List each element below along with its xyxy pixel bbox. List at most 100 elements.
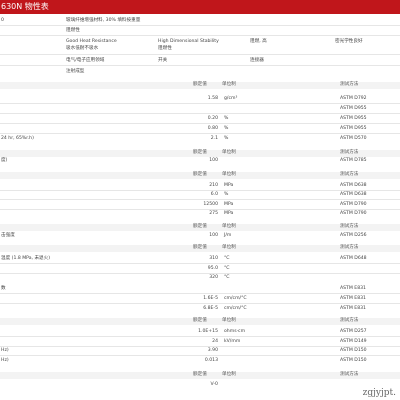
unit-cell: % [224, 126, 229, 131]
method-cell: ASTM D790 [340, 211, 367, 216]
processing-method: 注射成型 [66, 69, 85, 74]
value-cell: 0.20 [207, 116, 218, 121]
value-cell: 310 [209, 256, 218, 261]
application-connector: 连接器 [250, 58, 264, 63]
header-unit: 单位制 [222, 82, 236, 87]
unit-cell: J/m [224, 233, 232, 238]
header-nominal: 额定值 [193, 82, 207, 87]
header-unit: 单位制 [222, 224, 236, 229]
divider [0, 355, 400, 356]
divider [0, 103, 400, 104]
application-electrical: 电气/电子应用领域 [66, 58, 105, 63]
value-cell: V-0 [210, 382, 218, 387]
value-cell: 320 [209, 275, 218, 280]
feature-dimensional-stability: High Dimensional Stability [158, 39, 219, 44]
divider [0, 273, 400, 274]
divider [0, 263, 400, 264]
value-cell: 275 [209, 211, 218, 216]
header-method: 测试方法 [340, 318, 359, 323]
unit-cell: °C [224, 266, 230, 271]
method-cell: ASTM E831 [340, 296, 366, 301]
header-nominal: 额定值 [193, 318, 207, 323]
unit-cell: g/cm³ [224, 96, 238, 101]
header-method: 测试方法 [340, 372, 359, 377]
header-unit: 单位制 [222, 150, 236, 155]
divider [0, 293, 400, 294]
application-switch: 开关 [158, 58, 168, 63]
unit-cell: ohms·cm [224, 329, 246, 334]
divider [0, 35, 400, 36]
method-cell: ASTM D955 [340, 106, 367, 111]
method-cell: ASTM D638 [340, 183, 367, 188]
header-method: 测试方法 [340, 224, 359, 229]
feature-optical: 密光学性良好 [335, 39, 363, 44]
method-cell: ASTM D955 [340, 116, 367, 121]
header-method: 测试方法 [340, 150, 359, 155]
unit-cell: °C [224, 256, 230, 261]
divider [0, 65, 400, 66]
method-cell: ASTM D955 [340, 126, 367, 131]
unit-cell: cm/cm/°C [224, 306, 247, 311]
value-cell: 3.90 [207, 348, 218, 353]
method-cell: ASTM D570 [340, 136, 367, 141]
value-cell: 24 [212, 339, 218, 344]
watermark: zgjyjpt. [362, 388, 396, 398]
method-cell: ASTM E831 [340, 286, 366, 291]
row-label: 24 hr, 65%r.h) [1, 136, 34, 141]
unit-cell: cm/cm/°C [224, 296, 247, 301]
value-cell: 0.80 [207, 126, 218, 131]
method-cell: ASTM D792 [340, 96, 367, 101]
method-cell: ASTM D785 [340, 158, 367, 163]
divider [0, 133, 400, 134]
value-cell: 1.6E-5 [203, 296, 218, 301]
unit-cell: MPa [224, 211, 234, 216]
divider [0, 209, 400, 210]
method-cell: ASTM D790 [340, 202, 367, 207]
divider [0, 336, 400, 337]
row-label: 温度 (1.8 MPa, 未退火) [1, 256, 51, 261]
header-nominal: 额定值 [193, 150, 207, 155]
feature-flame-high: 阻燃, 高 [250, 39, 267, 44]
row-label: 数 [1, 286, 6, 291]
feature-flame: 阻燃性 [158, 46, 172, 51]
unit-cell: °C [224, 275, 230, 280]
method-cell: ASTM D648 [340, 256, 367, 261]
divider [0, 54, 400, 55]
method-cell: ASTM D149 [340, 339, 367, 344]
header-nominal: 额定值 [193, 172, 207, 177]
header-unit: 单位制 [222, 372, 236, 377]
divider [0, 303, 400, 304]
overview-cell: 0 [1, 18, 4, 23]
unit-cell: MPa [224, 183, 234, 188]
method-cell: ASTM D150 [340, 348, 367, 353]
value-cell: 0.013 [204, 358, 218, 363]
value-cell: 12500 [203, 202, 218, 207]
header-unit: 单位制 [222, 245, 236, 250]
method-cell: ASTM D638 [340, 192, 367, 197]
header-nominal: 额定值 [193, 224, 207, 229]
unit-cell: kV/mm [224, 339, 241, 344]
feature-heat-resistance: Good Heat Resistance [66, 39, 117, 44]
value-cell: 2.1 [210, 136, 218, 141]
value-cell: 95.0 [207, 266, 218, 271]
divider [0, 25, 400, 26]
header-method: 测试方法 [340, 82, 359, 87]
header-unit: 单位制 [222, 172, 236, 177]
row-label: Hz) [1, 358, 9, 363]
row-label: 度) [1, 158, 8, 163]
method-cell: ASTM D150 [340, 358, 367, 363]
value-cell: 6.8E-5 [203, 306, 218, 311]
method-cell: ASTM D256 [340, 233, 367, 238]
method-cell: ASTM D257 [340, 329, 367, 334]
value-cell: 100 [209, 233, 218, 238]
filler-description: 玻璃纤维增强材料, 30% 填料按重量 [66, 18, 141, 23]
page-title: 630N 物性表 [1, 2, 49, 11]
divider [0, 113, 400, 114]
unit-cell: % [224, 136, 229, 141]
header-nominal: 额定值 [193, 372, 207, 377]
title-bar: 630N 物性表 [0, 0, 400, 14]
header-method: 测试方法 [340, 172, 359, 177]
flame-property: 阻燃性 [66, 28, 80, 33]
row-label: Hz) [1, 348, 9, 353]
divider [0, 346, 400, 347]
